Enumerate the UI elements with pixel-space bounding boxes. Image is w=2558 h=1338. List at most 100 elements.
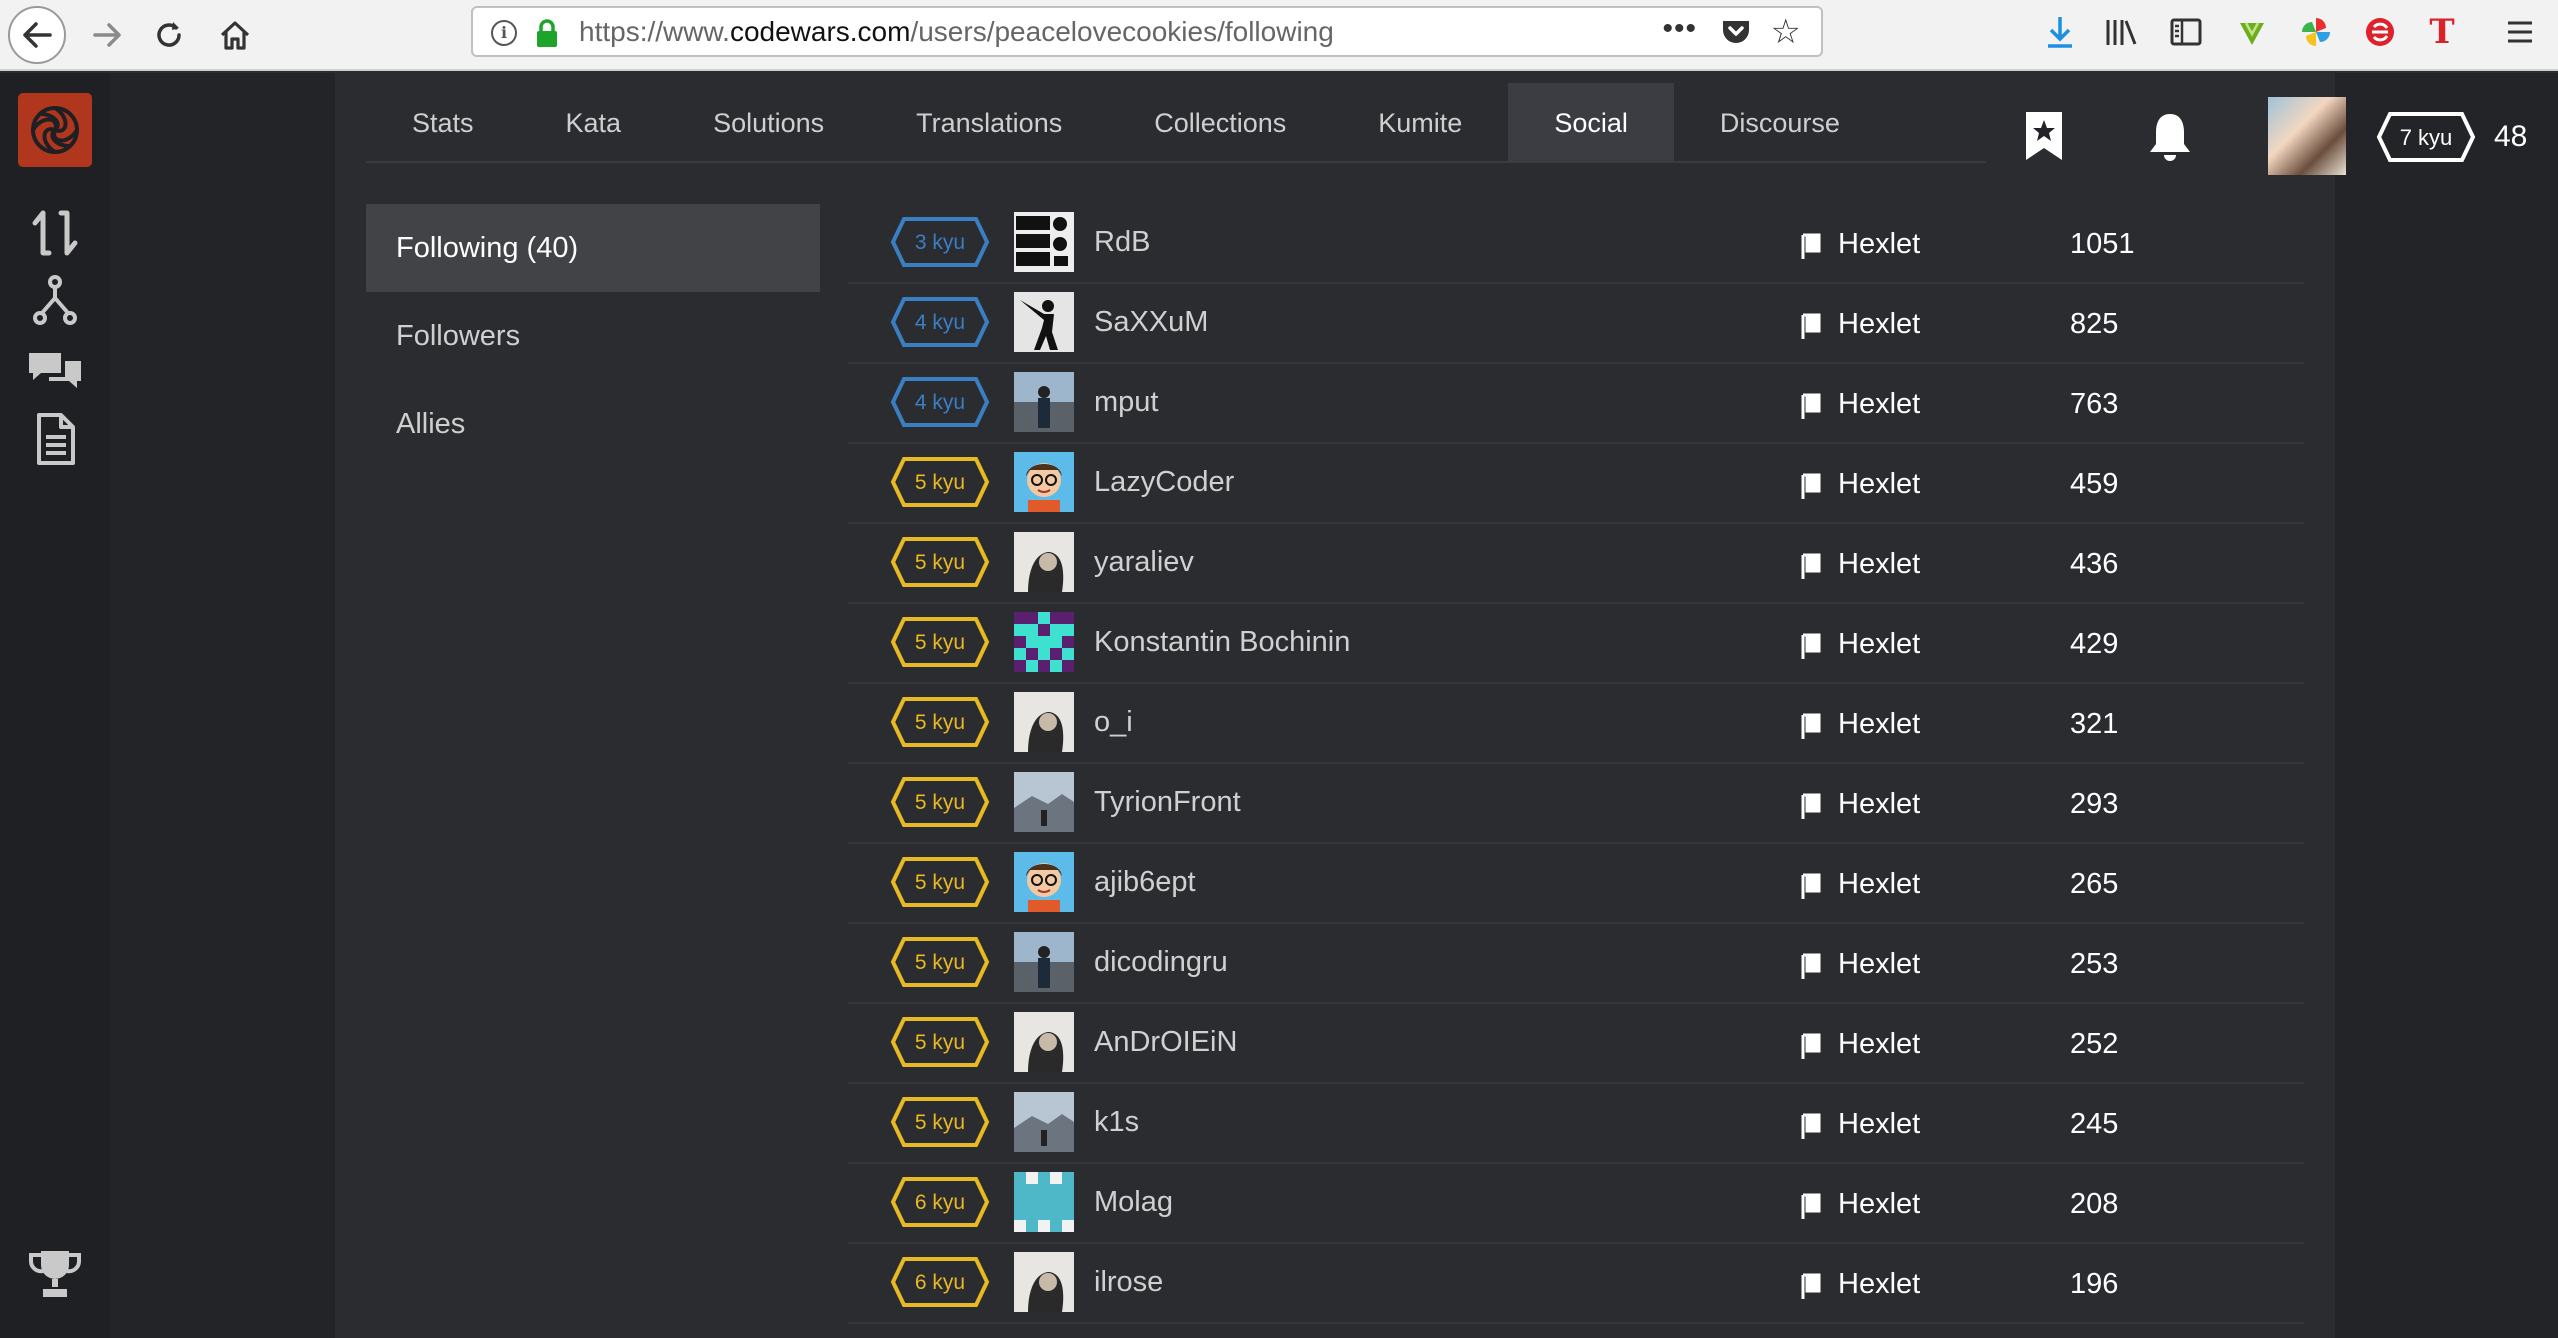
clan-name[interactable]: Hexlet <box>1838 844 1920 924</box>
tab-kata[interactable]: Kata <box>520 83 668 162</box>
rank-badge-label: 4 kyu <box>915 391 965 414</box>
table-row[interactable]: 3 kyu RdB Hexlet 1051 <box>848 204 2304 284</box>
fork-icon[interactable] <box>25 270 85 330</box>
tab-kumite[interactable]: Kumite <box>1332 83 1508 162</box>
username-link[interactable]: yaraliev <box>1094 524 1194 600</box>
extension-green-icon[interactable] <box>2232 10 2272 54</box>
user-avatar[interactable] <box>1014 852 1074 912</box>
user-avatar[interactable] <box>1014 372 1074 432</box>
menu-item-followers[interactable]: Followers <box>366 292 820 380</box>
table-row[interactable]: 5 kyu AnDrOIEiN Hexlet 252 <box>848 1004 2304 1084</box>
download-icon[interactable] <box>2040 10 2080 54</box>
docs-icon[interactable] <box>25 409 85 469</box>
username-link[interactable]: LazyCoder <box>1094 444 1234 520</box>
extension-pinwheel-icon[interactable] <box>2296 10 2336 54</box>
username-link[interactable]: mput <box>1094 364 1158 440</box>
table-row[interactable]: 5 kyu o_i Hexlet 321 <box>848 684 2304 764</box>
table-row[interactable]: 5 kyu dicodingru Hexlet 253 <box>848 924 2304 1004</box>
clan-name[interactable]: Hexlet <box>1838 284 1920 364</box>
table-row[interactable]: 5 kyu Konstantin Bochinin Hexlet 429 <box>848 604 2304 684</box>
tab-solutions[interactable]: Solutions <box>667 83 870 162</box>
tab-discourse[interactable]: Discourse <box>1674 83 1886 162</box>
clan-name[interactable]: Hexlet <box>1838 444 1920 524</box>
clan-name[interactable]: Hexlet <box>1838 1004 1920 1084</box>
user-avatar[interactable] <box>1014 1012 1074 1072</box>
url-text[interactable]: https://www.codewars.com/users/peacelove… <box>579 8 1334 55</box>
tab-stats[interactable]: Stats <box>366 83 520 162</box>
tab-translations[interactable]: Translations <box>870 83 1108 162</box>
username-link[interactable]: ilrose <box>1094 1244 1163 1320</box>
sidebar-icon[interactable] <box>2166 10 2206 54</box>
user-avatar[interactable] <box>1014 692 1074 752</box>
reload-button[interactable] <box>140 6 198 64</box>
home-icon <box>220 21 250 50</box>
pocket-icon[interactable] <box>1721 18 1751 46</box>
user-avatar[interactable] <box>1014 212 1074 272</box>
menu-item-following[interactable]: Following (40) <box>366 204 820 292</box>
username-link[interactable]: Konstantin Bochinin <box>1094 604 1350 680</box>
table-row[interactable]: 5 kyu k1s Hexlet 245 <box>848 1084 2304 1164</box>
table-row[interactable]: 5 kyu ajib6ept Hexlet 265 <box>848 844 2304 924</box>
table-row[interactable]: 4 kyu mput Hexlet 763 <box>848 364 2304 444</box>
user-avatar[interactable] <box>1014 1092 1074 1152</box>
user-avatar[interactable] <box>1014 932 1074 992</box>
username-link[interactable]: dicodingru <box>1094 924 1228 1000</box>
bookmark-star-icon[interactable]: ☆ <box>1771 12 1801 52</box>
clan-name[interactable]: Hexlet <box>1838 364 1920 444</box>
user-avatar[interactable] <box>1014 612 1074 672</box>
menu-item-allies[interactable]: Allies <box>366 380 820 468</box>
bell-icon[interactable] <box>2146 110 2194 162</box>
extension-t-icon[interactable]: T <box>2422 10 2462 54</box>
clan-name[interactable]: Hexlet <box>1838 1244 1920 1324</box>
clan-name[interactable]: Hexlet <box>1838 524 1920 604</box>
user-avatar[interactable] <box>1014 452 1074 512</box>
username-link[interactable]: ajib6ept <box>1094 844 1196 920</box>
trophy-icon[interactable] <box>25 1243 85 1303</box>
clan-name[interactable]: Hexlet <box>1838 604 1920 684</box>
user-avatar[interactable] <box>1014 772 1074 832</box>
info-icon[interactable]: i <box>491 20 517 46</box>
extension-red-circle-icon[interactable] <box>2360 10 2400 54</box>
training-icon[interactable] <box>25 203 85 263</box>
user-avatar[interactable] <box>1014 532 1074 592</box>
table-row[interactable]: 5 kyu TyrionFront Hexlet 293 <box>848 764 2304 844</box>
username-link[interactable]: SaXXuM <box>1094 284 1208 360</box>
username-link[interactable]: o_i <box>1094 684 1133 760</box>
table-row[interactable]: 5 kyu yaraliev Hexlet 436 <box>848 524 2304 604</box>
lock-icon <box>537 19 557 47</box>
user-avatar[interactable] <box>1014 292 1074 352</box>
username-link[interactable]: k1s <box>1094 1084 1139 1160</box>
clan-flag-icon <box>1801 233 1821 259</box>
user-avatar[interactable] <box>1014 1172 1074 1232</box>
back-button[interactable] <box>8 6 66 64</box>
codewars-logo[interactable] <box>18 93 92 167</box>
table-row[interactable]: 4 kyu SaXXuM Hexlet 825 <box>848 284 2304 364</box>
clan-name[interactable]: Hexlet <box>1838 1084 1920 1164</box>
library-icon[interactable] <box>2102 10 2142 54</box>
tab-social[interactable]: Social <box>1508 83 1674 162</box>
username-link[interactable]: RdB <box>1094 204 1150 280</box>
table-row[interactable]: 6 kyu ilrose Hexlet 196 <box>848 1244 2304 1324</box>
clan-name[interactable]: Hexlet <box>1838 1164 1920 1244</box>
page-actions-icon[interactable]: ••• <box>1662 12 1697 46</box>
discussion-icon[interactable] <box>25 339 85 399</box>
user-avatar[interactable] <box>1014 1252 1074 1312</box>
address-bar[interactable]: i https://www.codewars.com/users/peacelo… <box>471 6 1823 57</box>
clan-name[interactable]: Hexlet <box>1838 204 1920 284</box>
user-avatar[interactable] <box>2268 97 2346 175</box>
rank-badge: 5 kyu <box>890 1017 990 1067</box>
table-row[interactable]: 5 kyu LazyCoder Hexlet 459 <box>848 444 2304 524</box>
rank-badge: 5 kyu <box>890 697 990 747</box>
clan-name[interactable]: Hexlet <box>1838 924 1920 1004</box>
username-link[interactable]: Molag <box>1094 1164 1173 1240</box>
username-link[interactable]: TyrionFront <box>1094 764 1241 840</box>
clan-name[interactable]: Hexlet <box>1838 764 1920 844</box>
forward-button[interactable] <box>78 6 136 64</box>
bookmark-icon[interactable] <box>2024 110 2064 162</box>
clan-name[interactable]: Hexlet <box>1838 684 1920 764</box>
tab-collections[interactable]: Collections <box>1108 83 1332 162</box>
username-link[interactable]: AnDrOIEiN <box>1094 1004 1237 1080</box>
hamburger-menu-icon[interactable] <box>2500 10 2540 54</box>
home-button[interactable] <box>206 6 264 64</box>
table-row[interactable]: 6 kyu Molag Hexlet 208 <box>848 1164 2304 1244</box>
